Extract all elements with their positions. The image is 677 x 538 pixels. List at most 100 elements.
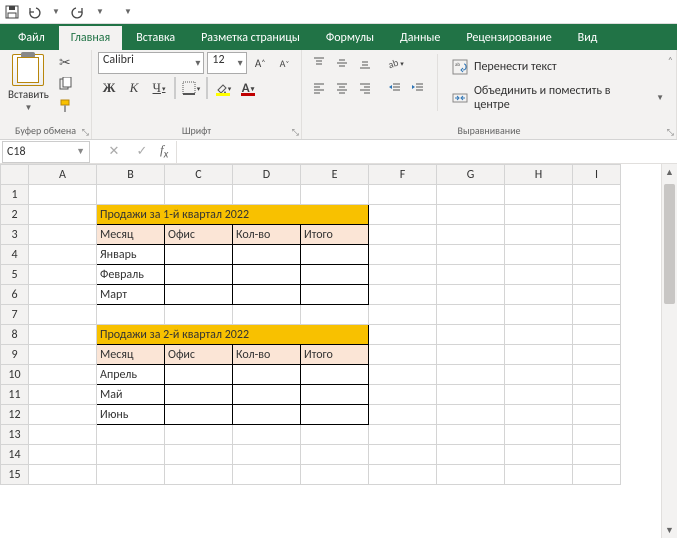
cell[interactable]: [301, 305, 369, 325]
row-header-11[interactable]: 11: [1, 385, 29, 405]
row-header-2[interactable]: 2: [1, 205, 29, 225]
font-color-button[interactable]: A▾: [237, 77, 259, 99]
row-header-3[interactable]: 3: [1, 225, 29, 245]
italic-button[interactable]: К: [123, 77, 145, 99]
row-header-4[interactable]: 4: [1, 245, 29, 265]
col-header-C[interactable]: C: [165, 165, 233, 185]
align-center-icon[interactable]: [331, 77, 353, 99]
cell[interactable]: [165, 245, 233, 265]
cell[interactable]: [573, 305, 621, 325]
row-header-5[interactable]: 5: [1, 265, 29, 285]
tab-data[interactable]: Данные: [388, 26, 452, 50]
font-launcher-icon[interactable]: ⤡: [292, 127, 299, 138]
cell[interactable]: [573, 465, 621, 485]
cell[interactable]: [29, 245, 97, 265]
cell[interactable]: [301, 405, 369, 425]
cell[interactable]: [505, 225, 573, 245]
fill-color-button[interactable]: ▾: [212, 77, 234, 99]
wrap-text-button[interactable]: ab Перенести текст: [446, 52, 670, 82]
cell[interactable]: [573, 345, 621, 365]
cell[interactable]: [301, 265, 369, 285]
cut-icon[interactable]: ✂: [55, 52, 75, 72]
cell[interactable]: [29, 365, 97, 385]
cell[interactable]: [301, 185, 369, 205]
cell[interactable]: Продажи за 2-й квартал 2022: [97, 325, 369, 345]
cell[interactable]: [165, 385, 233, 405]
cell[interactable]: [369, 405, 437, 425]
cell[interactable]: [165, 185, 233, 205]
cell[interactable]: [573, 385, 621, 405]
cell[interactable]: [369, 465, 437, 485]
cell[interactable]: Офис: [165, 345, 233, 365]
tab-formulas[interactable]: Формулы: [314, 26, 386, 50]
cell[interactable]: [437, 305, 505, 325]
row-header-15[interactable]: 15: [1, 465, 29, 485]
cell[interactable]: [165, 465, 233, 485]
cell[interactable]: Февраль: [97, 265, 165, 285]
cell[interactable]: [97, 445, 165, 465]
cell[interactable]: [369, 285, 437, 305]
cell[interactable]: [573, 445, 621, 465]
cell[interactable]: [97, 185, 165, 205]
cell[interactable]: [29, 425, 97, 445]
cell[interactable]: Кол-во: [233, 345, 301, 365]
cell[interactable]: [165, 265, 233, 285]
worksheet[interactable]: A B C D E F G H I 1 2Продажи за 1-й квар…: [0, 164, 677, 536]
cell[interactable]: [165, 305, 233, 325]
cell[interactable]: [505, 465, 573, 485]
row-header-1[interactable]: 1: [1, 185, 29, 205]
align-top-icon[interactable]: [308, 52, 330, 74]
cell[interactable]: [301, 285, 369, 305]
cell[interactable]: [505, 425, 573, 445]
tab-review[interactable]: Рецензирование: [454, 26, 563, 50]
cell[interactable]: [301, 425, 369, 445]
row-header-13[interactable]: 13: [1, 425, 29, 445]
merge-center-button[interactable]: Объединить и поместить в центре ▼: [446, 83, 670, 113]
font-name-select[interactable]: Calibri: [98, 52, 204, 74]
fx-icon[interactable]: fx: [160, 142, 168, 161]
cell[interactable]: [165, 365, 233, 385]
clipboard-launcher-icon[interactable]: ⤡: [82, 127, 89, 138]
cell[interactable]: [301, 365, 369, 385]
tab-view[interactable]: Вид: [566, 26, 610, 50]
cell[interactable]: [29, 225, 97, 245]
redo-icon[interactable]: [70, 4, 86, 20]
cancel-formula-icon[interactable]: ✕: [104, 142, 124, 162]
decrease-font-icon[interactable]: A˅: [274, 52, 295, 74]
cell[interactable]: [29, 345, 97, 365]
orientation-icon[interactable]: ab▾: [384, 52, 406, 74]
cell[interactable]: [369, 345, 437, 365]
format-painter-icon[interactable]: [55, 96, 75, 116]
row-header-12[interactable]: 12: [1, 405, 29, 425]
cell[interactable]: [301, 245, 369, 265]
cell[interactable]: [505, 365, 573, 385]
cell[interactable]: Итого: [301, 345, 369, 365]
cell[interactable]: [505, 445, 573, 465]
cell[interactable]: Продажи за 1-й квартал 2022: [97, 205, 369, 225]
cell[interactable]: [505, 325, 573, 345]
col-header-B[interactable]: B: [97, 165, 165, 185]
cell[interactable]: [165, 425, 233, 445]
cell[interactable]: [29, 305, 97, 325]
decrease-indent-icon[interactable]: [384, 77, 406, 99]
redo-dropdown-icon[interactable]: ▼: [92, 4, 108, 20]
cell[interactable]: [437, 465, 505, 485]
cell[interactable]: [573, 205, 621, 225]
merge-dropdown-icon[interactable]: ▼: [656, 93, 664, 103]
cell[interactable]: [437, 265, 505, 285]
cell[interactable]: [29, 445, 97, 465]
cell[interactable]: [573, 405, 621, 425]
cell[interactable]: [437, 225, 505, 245]
cell[interactable]: [165, 285, 233, 305]
select-all-corner[interactable]: [1, 165, 29, 185]
cell[interactable]: [233, 265, 301, 285]
cell[interactable]: [437, 405, 505, 425]
alignment-launcher-icon[interactable]: ⤡: [667, 127, 674, 138]
cell[interactable]: [573, 225, 621, 245]
cell[interactable]: [369, 425, 437, 445]
tab-layout[interactable]: Разметка страницы: [189, 26, 312, 50]
align-left-icon[interactable]: [308, 77, 330, 99]
cell[interactable]: [97, 305, 165, 325]
cell[interactable]: [29, 385, 97, 405]
border-button[interactable]: ▾: [180, 77, 202, 99]
